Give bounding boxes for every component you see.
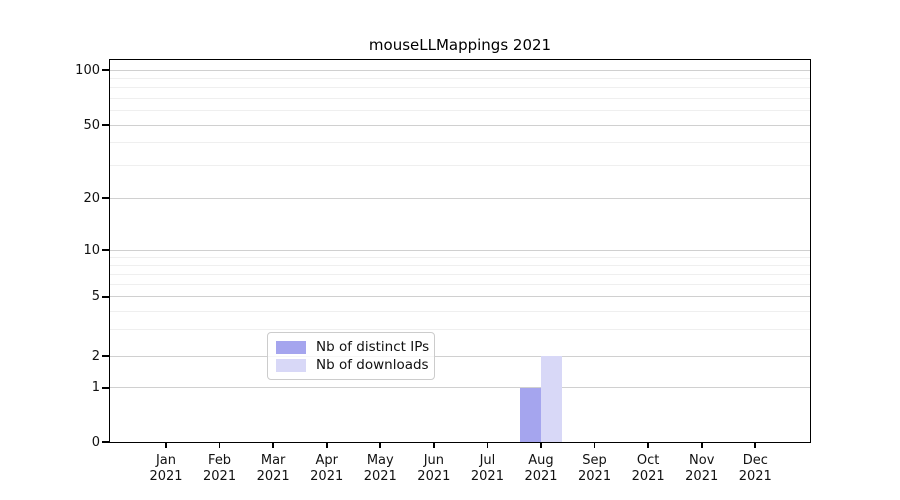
x-tick-mark: [647, 442, 649, 448]
y-tick-label: 100: [75, 62, 100, 78]
x-tick-mark: [593, 442, 596, 448]
x-tick-mark: [272, 442, 274, 448]
minor-gridline: [110, 97, 810, 99]
y-tick-mark: [102, 387, 109, 389]
minor-gridline: [110, 329, 810, 331]
y-tick-label: 50: [83, 117, 100, 133]
x-tick-mark: [218, 442, 221, 448]
x-tick-label: Dec 2021: [738, 453, 772, 484]
axes-frame: [109, 59, 811, 443]
y-tick-label: 2: [91, 348, 100, 364]
y-tick-label: 0: [91, 434, 100, 450]
y-tick-mark: [102, 197, 109, 199]
major-gridline: [110, 296, 810, 298]
chart-title: mouseLLMappings 2021: [368, 36, 552, 54]
major-gridline: [110, 124, 810, 126]
minor-gridline: [110, 142, 810, 144]
plot-area: [109, 59, 811, 443]
x-tick-mark: [540, 442, 542, 448]
minor-gridline: [110, 256, 810, 258]
legend-label-distinct-ips: Nb of distinct IPs: [316, 339, 430, 355]
minor-gridline: [110, 165, 810, 167]
figure: mouseLLMappings 2021 0 1 2 5 10 20 50 100 Jan 202…: [0, 0, 900, 500]
minor-gridline: [110, 87, 810, 89]
y-tick-mark: [102, 124, 109, 126]
y-tick-mark: [102, 296, 109, 298]
y-tick-label: 20: [83, 190, 100, 206]
minor-gridline: [110, 77, 810, 79]
y-tick-mark: [102, 355, 109, 357]
x-tick-mark: [433, 442, 435, 448]
x-tick-mark: [325, 442, 328, 448]
y-tick-mark: [102, 249, 109, 251]
legend-item-downloads: Nb of downloads: [276, 356, 429, 374]
legend-swatch-distinct-ips: [276, 340, 306, 354]
legend-item-distinct-ips: Nb of distinct IPs: [276, 338, 430, 356]
x-tick-mark: [165, 442, 167, 448]
minor-gridline: [110, 264, 810, 266]
x-tick-mark: [486, 442, 489, 448]
x-tick-mark: [379, 442, 382, 448]
minor-gridline: [110, 273, 810, 275]
y-tick-mark: [102, 441, 109, 443]
major-gridline: [110, 69, 810, 71]
y-tick-label: 1: [91, 380, 100, 396]
legend: Nb of distinct IPs Nb of downloads: [267, 332, 435, 380]
major-gridline: [110, 197, 810, 199]
legend-label-downloads: Nb of downloads: [316, 357, 429, 373]
y-tick-mark: [102, 69, 109, 71]
x-tick-mark: [754, 442, 757, 448]
major-gridline: [110, 249, 810, 251]
minor-gridline: [110, 110, 810, 112]
major-gridline: [110, 355, 810, 357]
major-gridline: [110, 387, 810, 389]
y-tick-label: 10: [83, 242, 100, 258]
minor-gridline: [110, 284, 810, 286]
minor-gridline: [110, 310, 810, 312]
y-tick-label: 5: [91, 289, 100, 305]
legend-swatch-downloads: [276, 358, 306, 372]
bar-distinct-ips: [520, 387, 541, 442]
bar-downloads: [540, 356, 562, 442]
x-tick-mark: [700, 442, 703, 448]
